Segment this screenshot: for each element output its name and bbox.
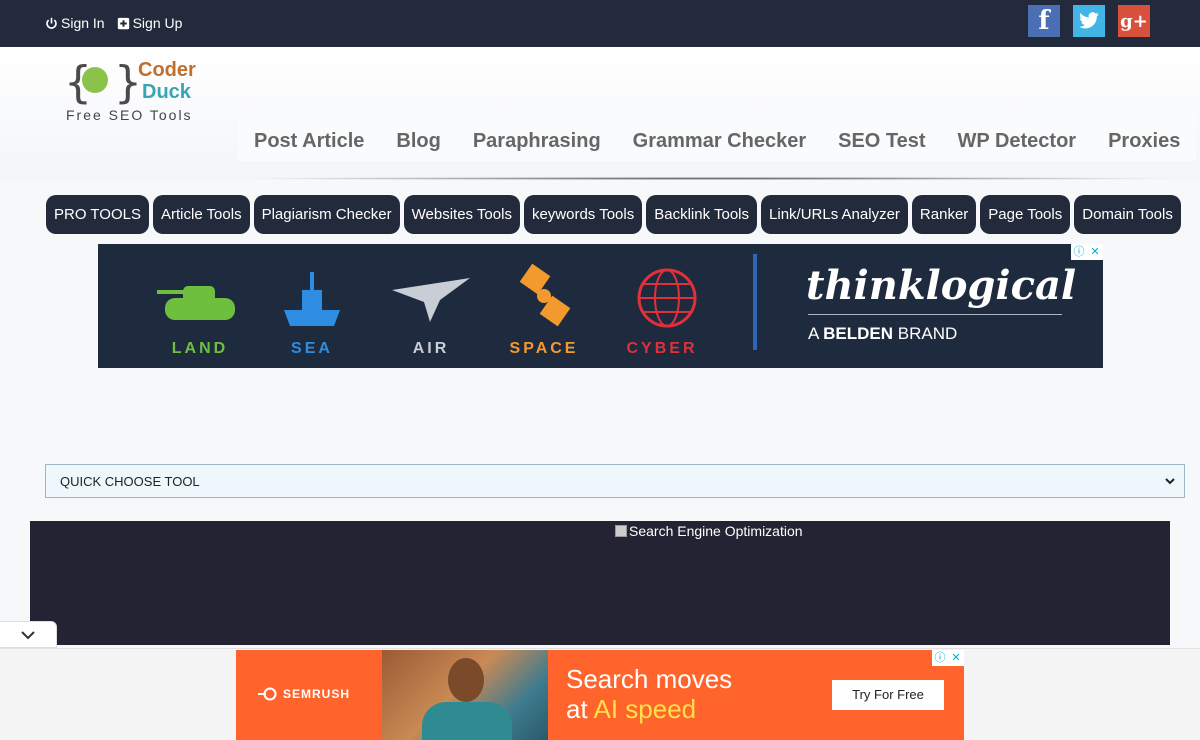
- tool-category-bar: PRO TOOLS Article Tools Plagiarism Check…: [46, 195, 1181, 234]
- duck-icon: [82, 67, 108, 93]
- ad-headline-line1: Search moves: [566, 664, 733, 694]
- ad-divider: [753, 254, 757, 350]
- ad-headline-prefix: at: [566, 694, 594, 724]
- ad-sub-prefix: A: [808, 324, 824, 343]
- ad-label-cyber: CYBER: [626, 340, 698, 357]
- ad-close-icon[interactable]: ✕: [948, 650, 964, 666]
- collapse-ad-button[interactable]: [0, 621, 57, 648]
- nav-proxies[interactable]: Proxies: [1092, 109, 1196, 161]
- hero-image: Search Engine Optimization: [615, 523, 803, 539]
- tool-link-urls-analyzer[interactable]: Link/URLs Analyzer: [761, 195, 908, 234]
- tool-article-tools[interactable]: Article Tools: [152, 195, 250, 234]
- top-bar: Sign In Sign Up f g+: [0, 0, 1200, 47]
- site-logo[interactable]: { } Coder Duck Free SEO Tools: [64, 55, 204, 123]
- ad-item-cyber: CYBER: [612, 264, 712, 358]
- semrush-logo: SEMRUSH: [258, 687, 350, 701]
- ad-item-land: LAND: [150, 264, 250, 358]
- jet-icon: [392, 278, 470, 322]
- tool-plagiarism-checker[interactable]: Plagiarism Checker: [253, 195, 400, 234]
- hero-section: Search Engine Optimization: [30, 521, 1170, 645]
- ship-icon: [284, 272, 340, 326]
- logo-tagline: Free SEO Tools: [66, 107, 193, 123]
- semrush-icon: [258, 687, 277, 701]
- ad-controls: ⓘ ✕: [1071, 244, 1103, 260]
- chevron-down-icon: [21, 630, 35, 639]
- ad-item-air: AIR: [381, 264, 481, 358]
- satellite-icon: [519, 263, 571, 327]
- quick-choose-selected: QUICK CHOOSE TOOL: [60, 473, 200, 489]
- ad-label-land: LAND: [171, 340, 229, 357]
- auth-links: Sign In Sign Up: [45, 15, 182, 31]
- top-banner-ad[interactable]: LAND SEA AIR SPACE CYBER thinklogical A …: [98, 244, 1103, 368]
- plus-square-icon: [117, 17, 129, 29]
- chevron-down-icon: [1165, 478, 1175, 485]
- ad-photo: [382, 650, 548, 740]
- ad-photo-shirt: [422, 702, 512, 740]
- ad-info-icon[interactable]: ⓘ: [1071, 244, 1087, 260]
- sign-up-label: Sign Up: [132, 15, 183, 31]
- sign-in-link[interactable]: Sign In: [45, 15, 105, 31]
- sign-up-link[interactable]: Sign Up: [117, 15, 183, 31]
- site-header: { } Coder Duck Free SEO Tools Post Artic…: [0, 47, 1200, 180]
- ad-headline-line2: at AI speed: [566, 694, 732, 724]
- logo-line1: Coder: [138, 59, 196, 81]
- tool-ranker[interactable]: Ranker: [911, 195, 977, 234]
- ad-close-icon[interactable]: ✕: [1087, 244, 1103, 260]
- ad-item-sea: SEA: [262, 264, 362, 358]
- nav-paraphrasing[interactable]: Paraphrasing: [457, 109, 617, 161]
- ad-controls-bottom: ⓘ ✕: [932, 650, 964, 666]
- logo-line2: Duck: [142, 81, 191, 103]
- broken-image-icon: [615, 525, 627, 537]
- twitter-icon[interactable]: [1073, 5, 1105, 37]
- ad-label-sea: SEA: [291, 340, 333, 357]
- social-links: f g+: [1028, 5, 1150, 37]
- ad-photo-face: [448, 658, 484, 702]
- nav-wp-detector[interactable]: WP Detector: [942, 109, 1093, 161]
- ad-sub-bold: BELDEN: [823, 324, 894, 343]
- nav-grammar-checker[interactable]: Grammar Checker: [617, 109, 822, 161]
- nav-post-article[interactable]: Post Article: [238, 109, 380, 161]
- ad-label-air: AIR: [412, 340, 450, 357]
- tool-page-tools[interactable]: Page Tools: [980, 195, 1071, 234]
- hero-image-alt: Search Engine Optimization: [629, 523, 803, 539]
- ad-brand-underline: [808, 314, 1062, 315]
- sign-in-label: Sign In: [61, 15, 105, 31]
- semrush-brand: SEMRUSH: [283, 687, 351, 701]
- ad-sub-suffix: BRAND: [893, 324, 958, 343]
- nav-blog[interactable]: Blog: [380, 109, 456, 161]
- google-plus-icon[interactable]: g+: [1118, 5, 1150, 37]
- tool-pro-tools[interactable]: PRO TOOLS: [46, 195, 149, 234]
- ad-subbrand: A BELDEN BRAND: [808, 324, 957, 344]
- tool-domain-tools[interactable]: Domain Tools: [1074, 195, 1181, 234]
- bottom-banner-ad[interactable]: SEMRUSH Search moves at AI speed Try For…: [236, 650, 964, 740]
- globe-icon: [637, 268, 697, 328]
- power-icon: [46, 17, 57, 29]
- facebook-icon[interactable]: f: [1028, 5, 1060, 37]
- tool-keywords-tools[interactable]: keywords Tools: [523, 195, 643, 234]
- main-nav: Post Article Blog Paraphrasing Grammar C…: [238, 109, 1197, 161]
- quick-choose-tool-select[interactable]: QUICK CHOOSE TOOL: [45, 464, 1185, 498]
- try-for-free-button[interactable]: Try For Free: [832, 680, 944, 710]
- tank-icon: [157, 286, 235, 320]
- nav-seo-test[interactable]: SEO Test: [822, 109, 941, 161]
- ad-label-space: SPACE: [509, 340, 579, 357]
- ad-headline: Search moves at AI speed: [566, 664, 732, 724]
- tool-websites-tools[interactable]: Websites Tools: [403, 195, 520, 234]
- ad-item-space: SPACE: [494, 263, 594, 358]
- nav-divider: [240, 177, 1180, 180]
- tool-backlink-tools[interactable]: Backlink Tools: [646, 195, 758, 234]
- ad-info-icon[interactable]: ⓘ: [932, 650, 948, 666]
- ad-headline-highlight: AI speed: [593, 694, 697, 724]
- ad-brand: thinklogical: [806, 262, 1077, 309]
